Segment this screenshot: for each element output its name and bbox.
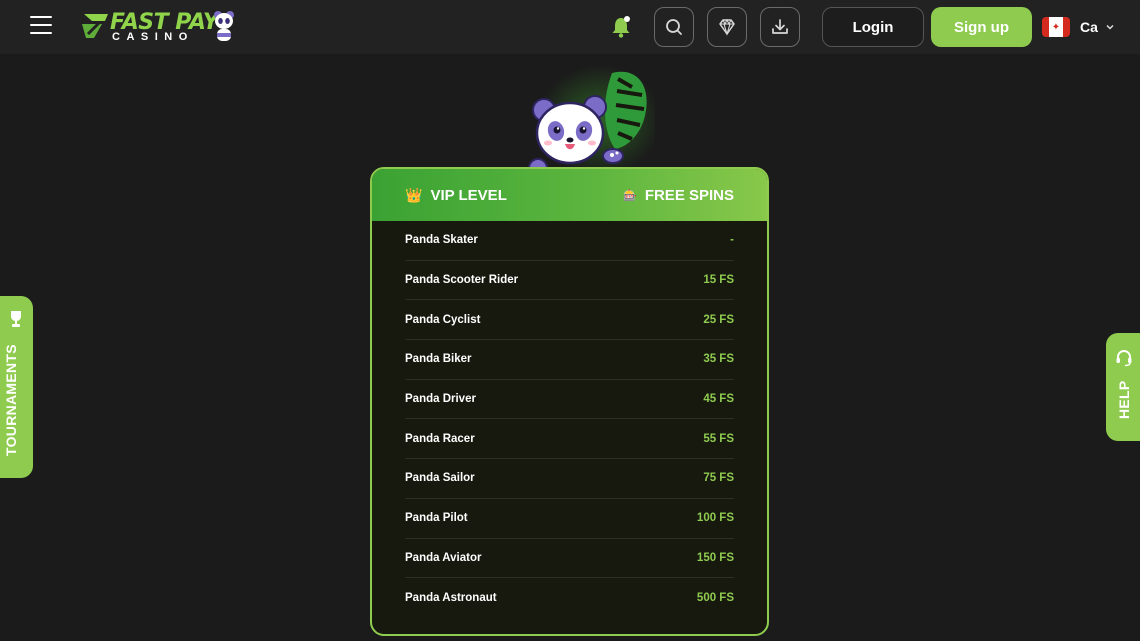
table-row: Panda Racer 55 FS	[405, 419, 734, 460]
help-label: HELP	[1116, 380, 1132, 419]
free-spins-value: 15 FS	[703, 274, 734, 287]
logo-mark-icon	[82, 14, 108, 38]
table-row: Panda Skater -	[405, 221, 734, 261]
panda-mascot-image	[528, 65, 655, 178]
column-vip-level: 👑 VIP LEVEL	[405, 187, 507, 204]
vip-level-name: Panda Driver	[405, 393, 476, 406]
table-row: Panda Driver 45 FS	[405, 380, 734, 420]
vip-level-name: Panda Skater	[405, 234, 478, 247]
menu-icon[interactable]	[30, 16, 52, 36]
signup-button[interactable]: Sign up	[931, 7, 1032, 47]
download-button[interactable]	[760, 7, 800, 47]
canada-flag-icon: ✦	[1042, 17, 1070, 37]
help-tab[interactable]: HELP	[1106, 333, 1140, 441]
login-button[interactable]: Login	[822, 7, 924, 47]
free-spins-value: -	[730, 234, 734, 247]
vip-level-name: Panda Racer	[405, 432, 475, 445]
free-spins-value: 150 FS	[696, 551, 734, 564]
column-vip-level-label: VIP LEVEL	[430, 186, 507, 204]
vip-level-name: Panda Cyclist	[405, 313, 481, 326]
vip-level-name: Panda Sailor	[405, 472, 475, 485]
vip-level-name: Panda Aviator	[405, 551, 482, 564]
download-icon	[772, 19, 788, 34]
logo-text-bottom: CASINO	[112, 31, 194, 43]
search-icon	[666, 19, 682, 35]
language-code: Ca	[1080, 19, 1098, 35]
search-button[interactable]	[654, 7, 694, 47]
chevron-down-icon	[1106, 24, 1114, 30]
tournaments-tab[interactable]: TOURNAMENTS	[0, 296, 33, 478]
table-row: Panda Cyclist 25 FS	[405, 300, 734, 341]
trophy-icon	[11, 311, 21, 327]
free-spins-value: 75 FS	[703, 472, 734, 485]
tournaments-label: TOURNAMENTS	[3, 344, 19, 456]
table-row: Panda Astronaut 500 FS	[405, 578, 734, 618]
table-row: Panda Sailor 75 FS	[405, 459, 734, 499]
free-spins-value: 25 FS	[703, 313, 734, 326]
vip-button[interactable]	[707, 7, 747, 47]
table-row: Panda Aviator 150 FS	[405, 539, 734, 579]
diamond-icon	[719, 18, 735, 36]
bell-icon[interactable]	[608, 14, 634, 40]
free-spins-value: 55 FS	[703, 432, 734, 445]
crown-icon: 👑	[405, 186, 423, 203]
column-free-spins-label: FREE SPINS	[644, 186, 734, 204]
vip-table-rows: Panda Skater - Panda Scooter Rider 15 FS P…	[372, 221, 767, 618]
vip-level-name: Panda Biker	[405, 353, 472, 366]
free-spins-value: 35 FS	[703, 353, 734, 366]
logo-panda-icon	[214, 11, 234, 41]
table-row: Panda Pilot 100 FS	[405, 499, 734, 539]
vip-levels-card: 👑 VIP LEVEL 🎰 FREE SPINS Panda Skater - P…	[370, 167, 769, 636]
vip-level-name: Panda Astronaut	[405, 592, 497, 605]
gift-icon: 🎰	[623, 189, 637, 202]
vip-table-header: 👑 VIP LEVEL 🎰 FREE SPINS	[372, 169, 767, 221]
headset-icon	[1116, 349, 1132, 367]
vip-level-name: Panda Scooter Rider	[405, 274, 519, 287]
free-spins-value: 500 FS	[696, 592, 734, 605]
vip-level-name: Panda Pilot	[405, 512, 468, 525]
site-logo[interactable]: FAST PAY CASINO	[80, 9, 240, 45]
table-row: Panda Biker 35 FS	[405, 340, 734, 380]
column-free-spins: 🎰 FREE SPINS	[623, 187, 734, 204]
top-header: FAST PAY CASINO Login Sign up ✦ Ca	[0, 0, 1140, 54]
free-spins-value: 100 FS	[696, 512, 734, 525]
free-spins-value: 45 FS	[703, 393, 734, 406]
table-row: Panda Scooter Rider 15 FS	[405, 261, 734, 301]
language-selector[interactable]: ✦ Ca	[1042, 15, 1115, 39]
